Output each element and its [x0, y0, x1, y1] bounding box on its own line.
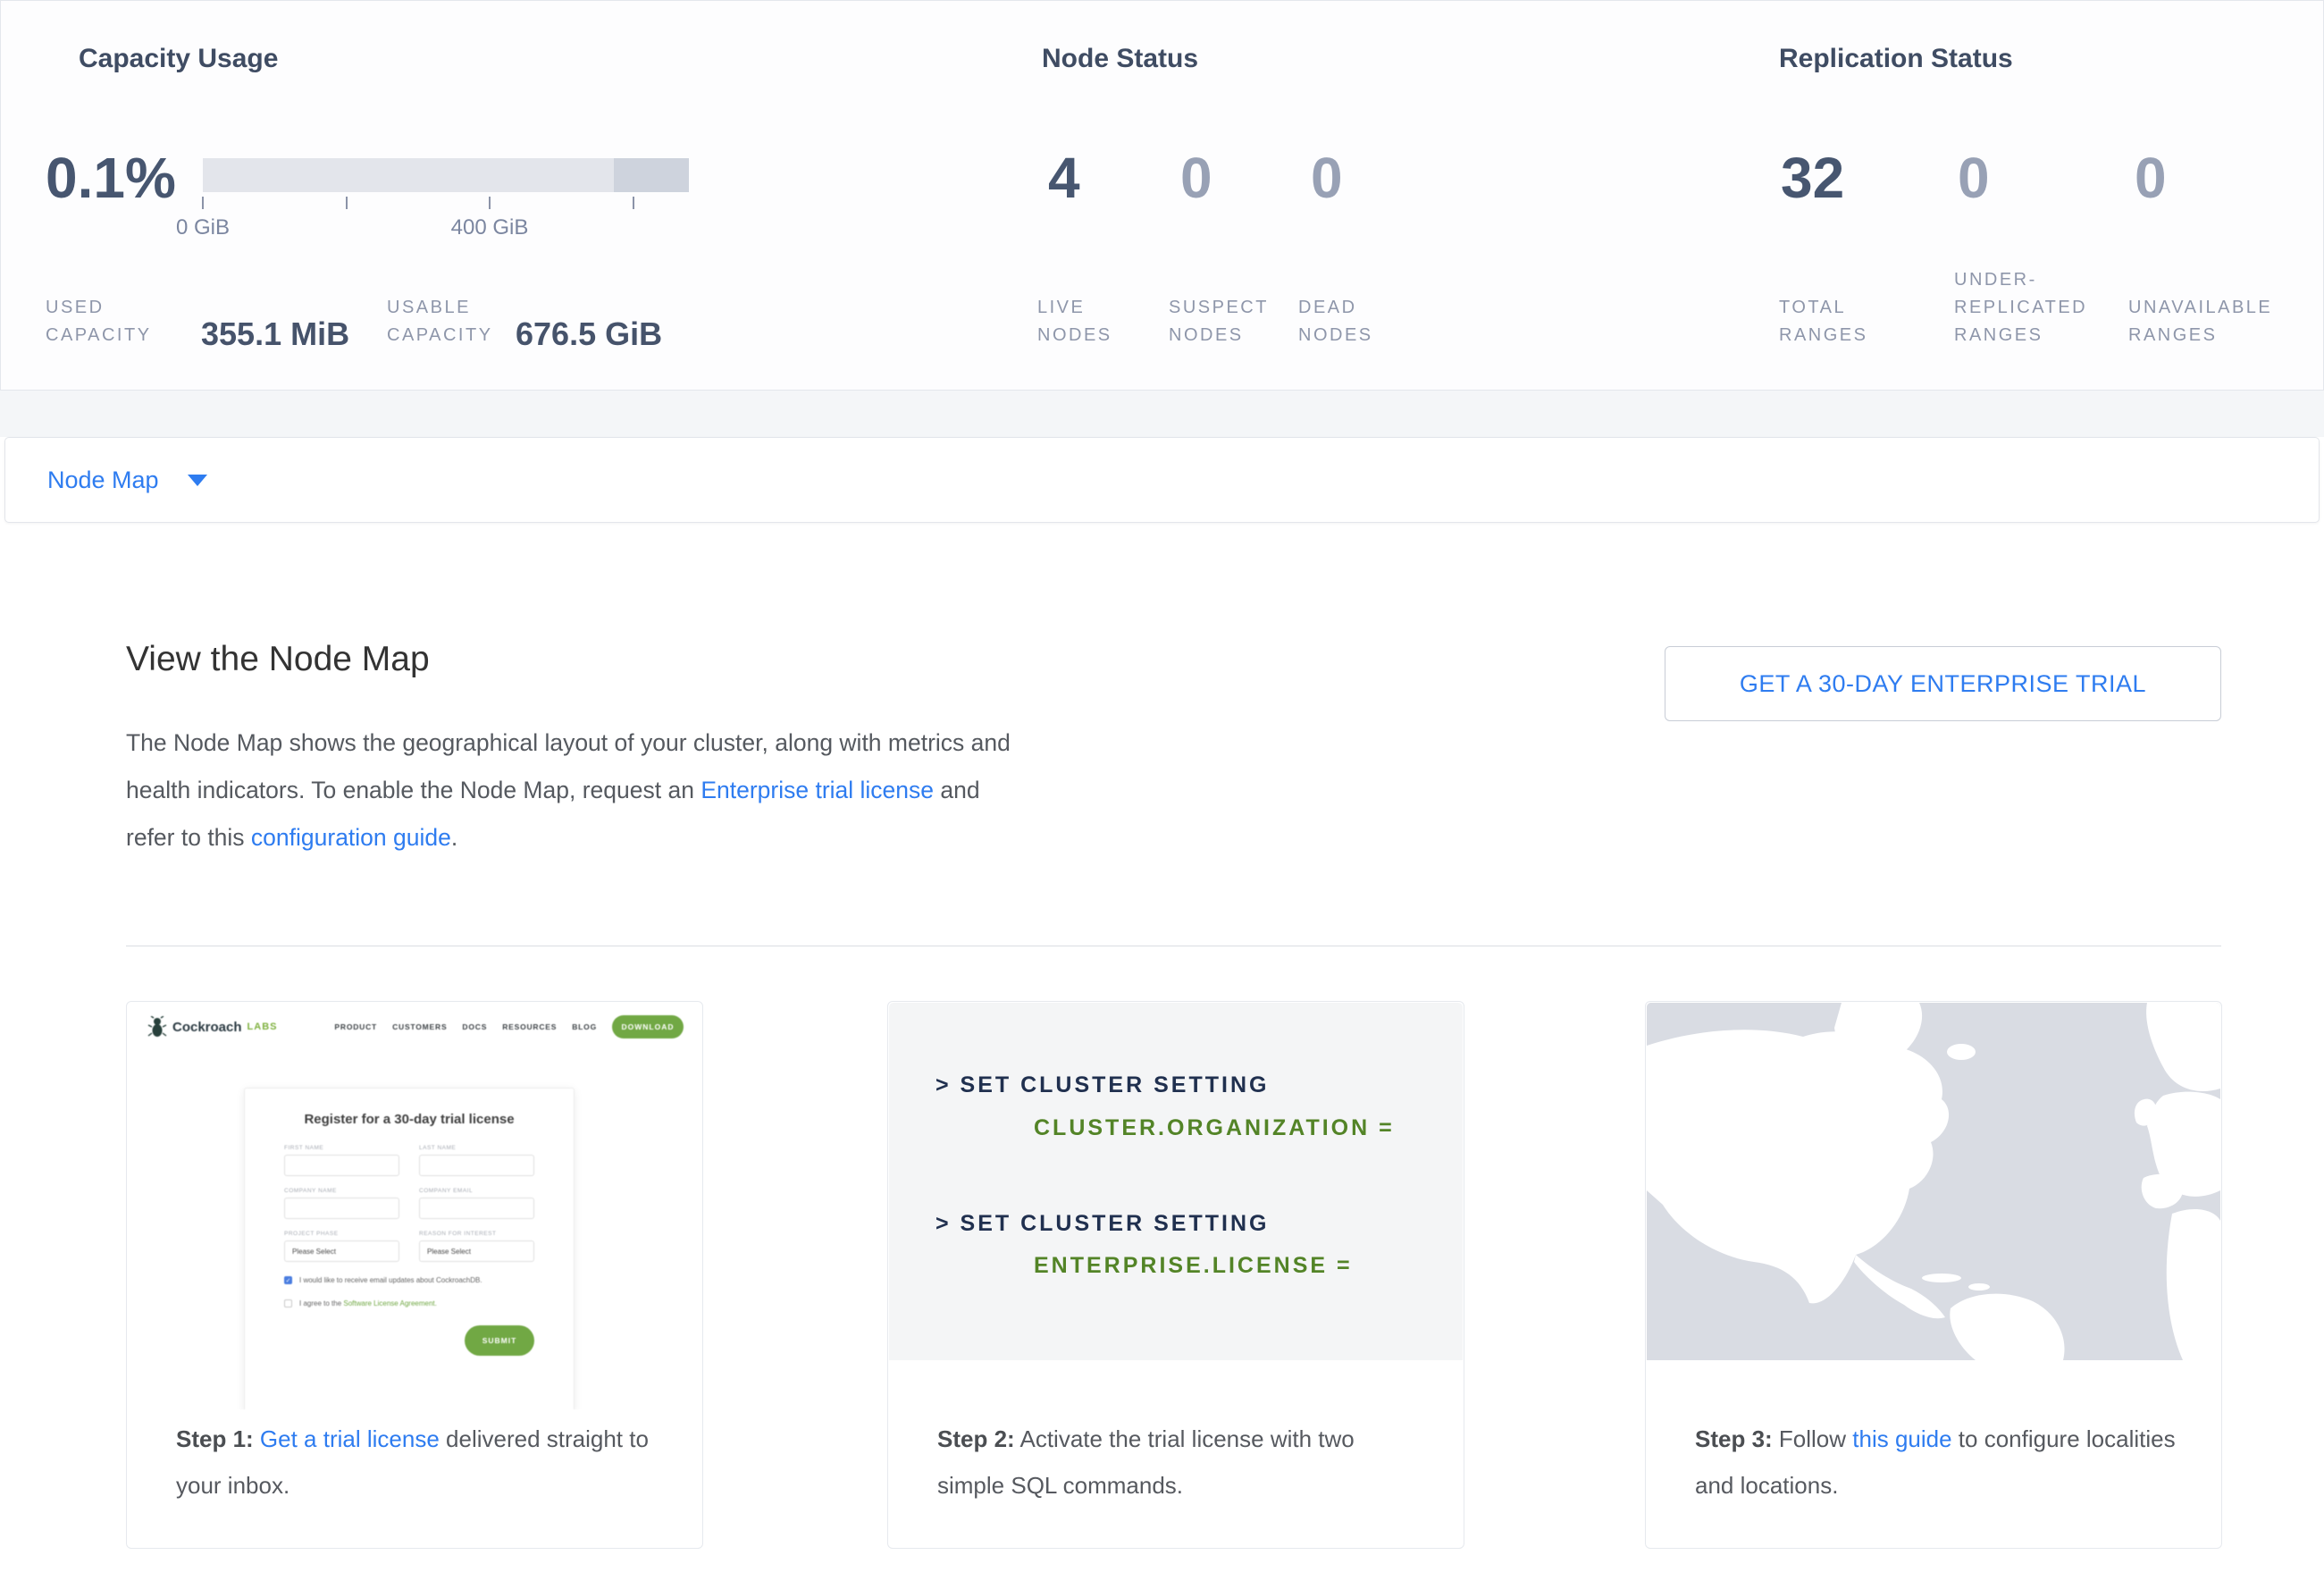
capacity-usage-title: Capacity Usage	[79, 44, 278, 74]
intro-text: .	[451, 824, 457, 851]
checkbox-label: I would like to receive email updates ab…	[299, 1275, 482, 1285]
checkbox-label: I agree to the Software License Agreemen…	[299, 1299, 437, 1308]
nodemap-dropdown-label: Node Map	[47, 467, 159, 494]
step1-caption: Step 1: Get a trial license delivered st…	[176, 1416, 667, 1509]
brand-suffix: LABS	[248, 1022, 278, 1032]
step-text: Follow	[1773, 1425, 1853, 1452]
reason-select: Please Select	[419, 1240, 534, 1262]
nav-item: RESOURCES	[502, 1022, 557, 1031]
page-title: View the Node Map	[126, 640, 430, 679]
unchecked-checkbox-icon	[284, 1299, 292, 1307]
sql-prompt-line: > SET CLUSTER SETTING	[935, 1211, 1269, 1237]
suspect-nodes-value: 0	[1180, 147, 1212, 208]
nav-item: CUSTOMERS	[392, 1022, 447, 1031]
step3-caption: Step 3: Follow this guide to configure l…	[1695, 1416, 2186, 1509]
license-agreement-checkbox-row: I agree to the Software License Agreemen…	[284, 1299, 534, 1308]
under-replicated-label: UNDER- REPLICATED RANGES	[1954, 266, 2087, 349]
sql-code-block: > SET CLUSTER SETTING CLUSTER.ORGANIZATI…	[889, 1003, 1463, 1360]
step-label: Step 2:	[937, 1425, 1015, 1452]
brand-name: Cockroach	[172, 1020, 242, 1035]
suspect-nodes-label: SUSPECT NODES	[1169, 294, 1269, 349]
live-nodes-label: LIVE NODES	[1037, 294, 1112, 349]
step3-card: 1 geo=sfo 2 Nodes 9% CAPACITY 3.2 GiB 35…	[1645, 1001, 2222, 1549]
dead-nodes-value: 0	[1311, 147, 1343, 208]
tick-label-zero: 0 GiB	[149, 215, 256, 240]
world-map	[1647, 1003, 2220, 1360]
usable-capacity-label: USABLE CAPACITY	[387, 294, 493, 349]
capacity-bar-tail	[614, 158, 689, 192]
sql-arg-line: ENTERPRISE.LICENSE =	[1034, 1253, 1353, 1279]
live-nodes-value: 4	[1048, 147, 1080, 208]
cluster-summary-panel: Capacity Usage 0.1% 0 GiB 400 GiB USED C…	[0, 0, 2324, 391]
last-name-field	[419, 1155, 534, 1176]
tick-label-400: 400 GiB	[436, 215, 543, 240]
mini-site-nav: PRODUCT CUSTOMERS DOCS RESOURCES BLOG DO…	[334, 1015, 684, 1038]
unavailable-ranges-label: UNAVAILABLE RANGES	[2128, 294, 2272, 349]
nav-item: DOCS	[462, 1022, 487, 1031]
tick-mark	[489, 197, 491, 209]
mini-site-header: Cockroach LABS PRODUCT CUSTOMERS DOCS RE…	[147, 1013, 684, 1040]
download-button: DOWNLOAD	[612, 1015, 684, 1038]
tick-mark	[202, 197, 204, 209]
cluster-overview-page: Capacity Usage 0.1% 0 GiB 400 GiB USED C…	[0, 0, 2324, 1589]
sql-arg-line: CLUSTER.ORGANIZATION =	[1034, 1115, 1395, 1141]
get-trial-license-link[interactable]: Get a trial license	[260, 1425, 440, 1452]
form-fields: FIRST NAME LAST NAME COMPANY NAME COMPAN…	[284, 1145, 534, 1262]
step2-caption: Step 2: Activate the trial license with …	[937, 1416, 1428, 1509]
form-title: Register for a 30-day trial license	[284, 1112, 534, 1127]
sql-prompt-line: > SET CLUSTER SETTING	[935, 1072, 1269, 1098]
email-updates-checkbox-row: ✓ I would like to receive email updates …	[284, 1275, 534, 1285]
nav-item: BLOG	[572, 1022, 597, 1031]
cockroach-bug-icon	[147, 1016, 167, 1038]
nav-item: PRODUCT	[334, 1022, 377, 1031]
checked-checkbox-icon: ✓	[284, 1276, 292, 1284]
field-label: FIRST NAME	[284, 1145, 399, 1151]
step-label: Step 1:	[176, 1425, 254, 1452]
enterprise-trial-license-link[interactable]: Enterprise trial license	[701, 777, 934, 803]
total-ranges-label: TOTAL RANGES	[1779, 294, 1867, 349]
replication-status-title: Replication Status	[1779, 44, 2013, 74]
tick-mark	[633, 197, 634, 209]
capacity-bar	[203, 158, 689, 192]
node-map-preview: 1 geo=sfo 2 Nodes 9% CAPACITY 3.2 GiB 35…	[1647, 1003, 2220, 1360]
section-divider-band	[0, 391, 2324, 437]
step-label: Step 3:	[1695, 1425, 1773, 1452]
field-label: COMPANY EMAIL	[419, 1188, 534, 1194]
used-capacity-label: USED CAPACITY	[46, 294, 152, 349]
capacity-percent: 0.1%	[46, 147, 176, 208]
node-status-title: Node Status	[1042, 44, 1198, 74]
submit-button: SUBMIT	[465, 1325, 534, 1356]
first-name-field	[284, 1155, 399, 1176]
field-label: PROJECT PHASE	[284, 1231, 399, 1237]
total-ranges-value: 32	[1781, 147, 1844, 208]
configuration-guide-link[interactable]: configuration guide	[251, 824, 451, 851]
step2-card: > SET CLUSTER SETTING CLUSTER.ORGANIZATI…	[887, 1001, 1464, 1549]
unavailable-ranges-value: 0	[2135, 147, 2167, 208]
chevron-down-icon	[188, 475, 207, 486]
dead-nodes-label: DEAD NODES	[1298, 294, 1373, 349]
intro-paragraph: The Node Map shows the geographical layo…	[126, 719, 1011, 862]
enterprise-trial-button[interactable]: GET A 30-DAY ENTERPRISE TRIAL	[1665, 646, 2221, 721]
under-replicated-value: 0	[1958, 147, 1990, 208]
this-guide-link[interactable]: this guide	[1852, 1425, 1951, 1452]
nodemap-dropdown[interactable]: Node Map	[4, 437, 2320, 523]
field-label: COMPANY NAME	[284, 1188, 399, 1194]
used-capacity-value: 355.1 MiB	[201, 315, 349, 353]
field-label: REASON FOR INTEREST	[419, 1231, 534, 1237]
trial-license-form: Register for a 30-day trial license FIRS…	[244, 1088, 575, 1409]
tick-mark	[346, 197, 348, 209]
license-agreement-link: Software License Agreement.	[343, 1299, 437, 1307]
cockroach-labs-logo: Cockroach LABS	[147, 1016, 277, 1038]
field-label: LAST NAME	[419, 1145, 534, 1151]
project-phase-select: Please Select	[284, 1240, 399, 1262]
company-email-field	[419, 1198, 534, 1219]
registration-screenshot: Cockroach LABS PRODUCT CUSTOMERS DOCS RE…	[128, 1003, 701, 1409]
usable-capacity-value: 676.5 GiB	[516, 315, 662, 353]
step1-card: Cockroach LABS PRODUCT CUSTOMERS DOCS RE…	[126, 1001, 703, 1549]
company-name-field	[284, 1198, 399, 1219]
